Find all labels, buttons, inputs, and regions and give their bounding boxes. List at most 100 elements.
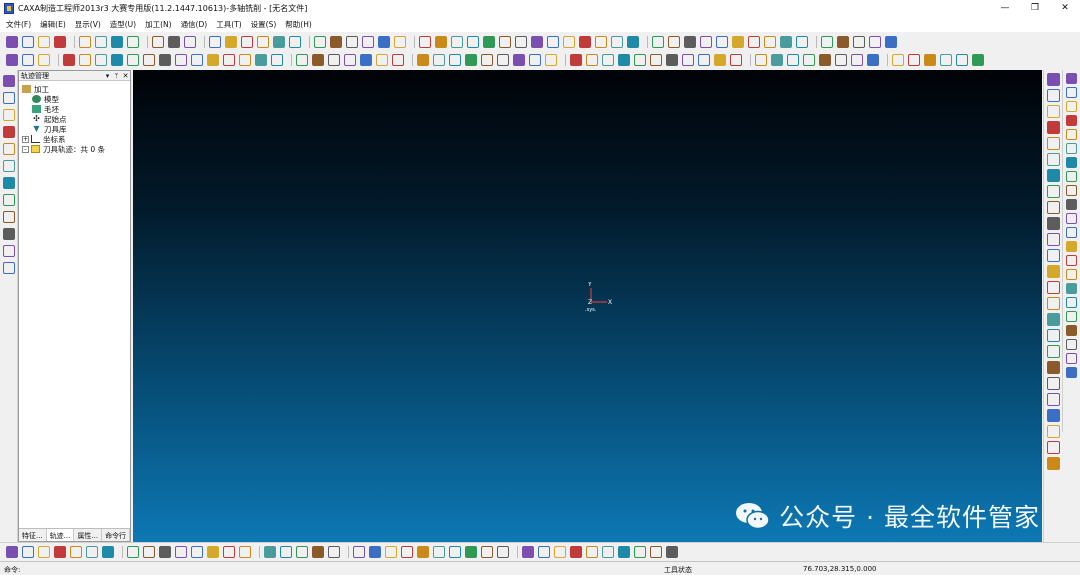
ellipse-icon[interactable] xyxy=(1047,297,1060,310)
draw-rect-icon[interactable] xyxy=(1066,227,1077,238)
spline-icon[interactable] xyxy=(1047,153,1060,166)
surface-icon[interactable] xyxy=(271,54,283,66)
filter-icon[interactable] xyxy=(515,36,527,48)
extend-icon[interactable] xyxy=(328,545,340,558)
trim-surface-icon[interactable] xyxy=(175,545,187,558)
shade-icon[interactable] xyxy=(314,36,326,48)
finishing-icon[interactable] xyxy=(714,54,726,66)
draw-line-icon[interactable] xyxy=(1066,297,1077,308)
chamfer-icon[interactable] xyxy=(86,545,98,558)
mirror-icon[interactable] xyxy=(264,545,276,558)
finishing-icon[interactable] xyxy=(38,54,50,66)
open-file-icon[interactable] xyxy=(652,36,664,48)
collapse-icon[interactable]: - xyxy=(22,145,29,153)
panel-pin-button[interactable]: ᛘ xyxy=(112,72,121,80)
draw-poly-icon[interactable] xyxy=(1066,241,1077,252)
redo-icon[interactable] xyxy=(764,36,776,48)
color-icon[interactable] xyxy=(853,36,865,48)
post-icon[interactable] xyxy=(328,54,340,66)
shade-icon[interactable] xyxy=(611,36,623,48)
boolean-icon[interactable] xyxy=(522,545,534,558)
post-icon[interactable] xyxy=(497,54,509,66)
circle-icon[interactable] xyxy=(1047,425,1060,438)
chamfer-icon[interactable] xyxy=(369,545,381,558)
surface-tool-icon[interactable] xyxy=(3,126,15,138)
print-icon[interactable] xyxy=(684,36,696,48)
sketch-icon[interactable] xyxy=(3,92,15,104)
circle-icon[interactable] xyxy=(1047,265,1060,278)
draw-arc-icon[interactable] xyxy=(1066,199,1077,210)
solid-icon[interactable] xyxy=(3,211,15,223)
fillet-icon[interactable] xyxy=(481,545,493,558)
point-icon[interactable] xyxy=(1047,329,1060,342)
menu-communication[interactable]: 通信(D) xyxy=(181,19,208,30)
transform-icon[interactable] xyxy=(3,177,15,189)
contour-icon[interactable] xyxy=(586,54,598,66)
multiaxis-icon[interactable] xyxy=(803,54,815,66)
color-icon[interactable] xyxy=(547,36,559,48)
curve-edit-icon[interactable] xyxy=(143,545,155,558)
menu-file[interactable]: 文件(F) xyxy=(6,19,31,30)
curve-edit-icon[interactable] xyxy=(554,545,566,558)
circle-icon[interactable] xyxy=(1047,105,1060,118)
draw-spline-icon[interactable] xyxy=(1066,255,1077,266)
feature-icon[interactable] xyxy=(3,109,15,121)
menu-edit[interactable]: 编辑(E) xyxy=(40,19,66,30)
toolpath-icon[interactable] xyxy=(513,54,525,66)
roughing-icon[interactable] xyxy=(360,54,372,66)
finishing-icon[interactable] xyxy=(545,54,557,66)
curve-tool-icon[interactable] xyxy=(3,143,15,155)
menu-machining[interactable]: 加工(N) xyxy=(145,19,171,30)
multiaxis-icon[interactable] xyxy=(972,54,984,66)
light-icon[interactable] xyxy=(483,36,495,48)
point-icon[interactable] xyxy=(1047,169,1060,182)
zoom-icon[interactable] xyxy=(579,36,591,48)
draw-poly-icon[interactable] xyxy=(1066,129,1077,140)
close-button[interactable]: ✕ xyxy=(1050,0,1080,16)
tree-item-start-point[interactable]: ✣ 起始点 xyxy=(22,114,130,124)
edit-tool-icon[interactable] xyxy=(3,160,15,172)
chamfer-icon[interactable] xyxy=(497,545,509,558)
zoom-icon[interactable] xyxy=(885,36,897,48)
draw-poly-icon[interactable] xyxy=(1066,353,1077,364)
spline-icon[interactable] xyxy=(1047,313,1060,326)
contour-icon[interactable] xyxy=(417,54,429,66)
fillet-icon[interactable] xyxy=(207,545,219,558)
menu-modeling[interactable]: 造型(U) xyxy=(110,19,136,30)
new-file-icon[interactable] xyxy=(6,36,18,48)
layer-icon[interactable] xyxy=(531,36,543,48)
drill-icon[interactable] xyxy=(392,54,404,66)
pocket-icon[interactable] xyxy=(771,54,783,66)
draw-text-icon[interactable] xyxy=(1066,269,1077,280)
draw-text-icon[interactable] xyxy=(1066,157,1077,168)
copy-icon[interactable] xyxy=(419,36,431,48)
print-icon[interactable] xyxy=(378,36,390,48)
draw-spline-icon[interactable] xyxy=(1066,367,1077,378)
toolpath-icon[interactable] xyxy=(682,54,694,66)
extend-icon[interactable] xyxy=(191,545,203,558)
redo-icon[interactable] xyxy=(467,36,479,48)
surface-icon[interactable] xyxy=(449,54,461,66)
simulate-icon[interactable] xyxy=(819,54,831,66)
simulate-icon[interactable] xyxy=(143,54,155,66)
text-icon[interactable] xyxy=(1047,185,1060,198)
open-file-icon[interactable] xyxy=(346,36,358,48)
drill-icon[interactable] xyxy=(908,54,920,66)
redo-icon[interactable] xyxy=(152,36,164,48)
drill-icon[interactable] xyxy=(730,54,742,66)
roughing-icon[interactable] xyxy=(698,54,710,66)
text-icon[interactable] xyxy=(1047,345,1060,358)
rotate-icon[interactable] xyxy=(499,36,511,48)
layer-icon[interactable] xyxy=(225,36,237,48)
tree-item-coordinate-system[interactable]: + 坐标系 xyxy=(22,134,130,144)
menu-settings[interactable]: 设置(S) xyxy=(251,19,277,30)
arc-icon[interactable] xyxy=(1047,89,1060,102)
paste-icon[interactable] xyxy=(111,36,123,48)
paste-icon[interactable] xyxy=(435,36,447,48)
mirror-icon[interactable] xyxy=(538,545,550,558)
line-icon[interactable] xyxy=(1047,73,1060,86)
view-icon[interactable] xyxy=(257,36,269,48)
light-icon[interactable] xyxy=(780,36,792,48)
ellipse-icon[interactable] xyxy=(1047,457,1060,470)
pan-icon[interactable] xyxy=(289,36,301,48)
